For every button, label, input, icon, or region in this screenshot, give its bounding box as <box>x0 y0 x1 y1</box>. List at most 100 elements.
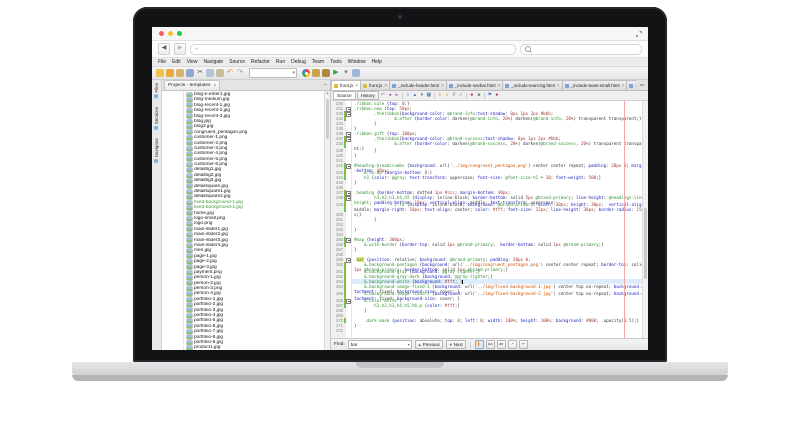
dock-tab-navigator[interactable]: Navigator <box>154 138 159 163</box>
find-next-button[interactable]: ▼ Next <box>446 340 466 349</box>
shift-right-icon[interactable]: » <box>444 92 450 99</box>
code-editor[interactable]: 230.ribbon.sale {top: 0;}231.ribbon.new … <box>331 101 648 338</box>
menu-file[interactable]: File <box>155 59 169 65</box>
tree-item[interactable]: product1.jpg <box>162 345 330 350</box>
menu-refactor[interactable]: Refactor <box>248 59 273 65</box>
resize-icon[interactable] <box>636 31 642 37</box>
image-file-icon <box>187 195 192 199</box>
close-icon[interactable]: × <box>497 83 500 89</box>
menu-team[interactable]: Team <box>309 59 327 65</box>
find-previous-icon[interactable]: ▴ <box>412 92 418 99</box>
image-file-icon <box>187 271 192 275</box>
new-project-button[interactable] <box>166 69 174 77</box>
minimize-window-button[interactable] <box>168 31 173 36</box>
browser-back-button[interactable]: ◀ <box>158 43 170 55</box>
stop-macro-icon[interactable]: ■ <box>476 92 482 99</box>
shift-left-icon[interactable]: « <box>437 92 443 99</box>
cut-button[interactable]: ✂ <box>196 69 204 77</box>
configuration-combo[interactable] <box>249 68 297 78</box>
redo-button[interactable]: ↷ <box>236 69 244 77</box>
close-icon[interactable]: × <box>557 83 560 89</box>
browser-forward-button[interactable]: ▶ <box>174 43 186 55</box>
editor-tab[interactable]: front.js× <box>360 80 390 90</box>
zoom-window-button[interactable] <box>177 31 182 36</box>
menu-debug[interactable]: Debug <box>288 59 309 65</box>
breakpoint-icon[interactable]: ● <box>494 92 500 99</box>
tab-projects[interactable]: Projects - templates × <box>164 80 220 90</box>
dock-tab-label: Files <box>154 83 159 93</box>
run-button[interactable]: ▶ <box>332 69 340 77</box>
editor-tab[interactable]: _include-header.html× <box>389 80 447 90</box>
build-button[interactable] <box>312 69 320 77</box>
match-case-toggle[interactable]: Aa <box>486 340 495 349</box>
fold-icon[interactable] <box>346 196 351 201</box>
last-edit-icon[interactable]: ↶ <box>380 92 386 99</box>
close-icon[interactable]: × <box>622 83 625 89</box>
editor-tab-label: front.js <box>369 83 382 88</box>
paste-button[interactable] <box>216 69 224 77</box>
undo-button[interactable]: ↶ <box>226 69 234 77</box>
fold-icon[interactable] <box>346 164 351 169</box>
menu-run[interactable]: Run <box>273 59 288 65</box>
menu-edit[interactable]: Edit <box>169 59 184 65</box>
image-file-icon <box>187 341 192 345</box>
image-file-icon <box>187 276 192 280</box>
copy-button[interactable] <box>206 69 214 77</box>
highlight-results-toggle[interactable]: ▌ <box>475 340 484 349</box>
editor-tab[interactable]: _include-navbar.html× <box>446 80 503 90</box>
save-all-button[interactable] <box>186 69 194 77</box>
toggle-highlight-icon[interactable]: ▦ <box>426 92 432 99</box>
start-macro-icon[interactable]: ● <box>469 92 475 99</box>
back-icon[interactable]: ◂ <box>387 92 393 99</box>
menu-help[interactable]: Help <box>369 59 385 65</box>
view-history-button[interactable]: History <box>357 91 379 100</box>
fold-icon[interactable] <box>346 299 351 304</box>
find-previous-button[interactable]: ▲ Previous <box>415 340 443 349</box>
profile-button[interactable] <box>352 69 360 77</box>
menu-window[interactable]: Window <box>345 59 369 65</box>
close-window-button[interactable] <box>159 31 164 36</box>
minimize-panel-button[interactable]: – <box>324 82 327 88</box>
forward-icon[interactable]: ▸ <box>394 92 400 99</box>
tab-scroll-buttons[interactable]: ◂▸ <box>636 80 648 89</box>
bookmark-icon[interactable]: ⚑ <box>487 92 493 99</box>
menu-navigate[interactable]: Navigate <box>200 59 226 65</box>
open-project-button[interactable] <box>176 69 184 77</box>
address-bar[interactable]: + <box>190 44 516 55</box>
fold-icon[interactable] <box>346 238 351 243</box>
tree-scrollbar[interactable]: ▲ <box>324 91 330 350</box>
editor-tab[interactable]: _include-team-small.html× <box>562 80 628 90</box>
close-icon[interactable]: × <box>355 83 358 89</box>
editor-tabbar: front.js×front.js×_include-header.html×_… <box>331 80 648 91</box>
fold-icon[interactable] <box>346 258 351 263</box>
find-toggle-group: ▌Aaab.*↩ <box>475 340 528 349</box>
close-icon[interactable]: × <box>384 83 387 89</box>
close-icon[interactable]: × <box>213 83 216 89</box>
menu-view[interactable]: View <box>184 59 201 65</box>
find-input[interactable]: bar <box>348 340 412 349</box>
dock-tab-services[interactable]: Services <box>154 107 159 130</box>
close-icon[interactable]: × <box>441 83 444 89</box>
fold-icon[interactable] <box>346 137 351 142</box>
browser-chrome-icon[interactable] <box>302 69 310 77</box>
fold-icon[interactable] <box>346 112 351 117</box>
editor-tab[interactable]: _include-team-bg.html× <box>502 80 562 90</box>
menu-tools[interactable]: Tools <box>327 59 345 65</box>
find-next-icon[interactable]: ▾ <box>419 92 425 99</box>
regular-expression-toggle[interactable]: .* <box>508 340 517 349</box>
find-selection-icon[interactable]: ○ <box>405 92 411 99</box>
uncomment-icon[interactable]: ✓ <box>458 92 464 99</box>
whole-words-toggle[interactable]: ab <box>497 340 506 349</box>
wrap-around-toggle[interactable]: ↩ <box>519 340 528 349</box>
browser-search-input[interactable] <box>520 44 642 55</box>
image-file-icon <box>187 233 192 237</box>
view-source-button[interactable]: Source <box>333 91 356 100</box>
clean-build-button[interactable] <box>322 69 330 77</box>
comment-icon[interactable]: // <box>451 92 457 99</box>
menu-source[interactable]: Source <box>226 59 248 65</box>
run-dropdown[interactable]: ▾ <box>342 69 350 77</box>
editor-tab[interactable]: front.js× <box>331 80 361 90</box>
new-file-button[interactable] <box>156 69 164 77</box>
editor-scrollbar[interactable] <box>642 101 648 338</box>
dock-tab-files[interactable]: Files <box>154 83 159 99</box>
